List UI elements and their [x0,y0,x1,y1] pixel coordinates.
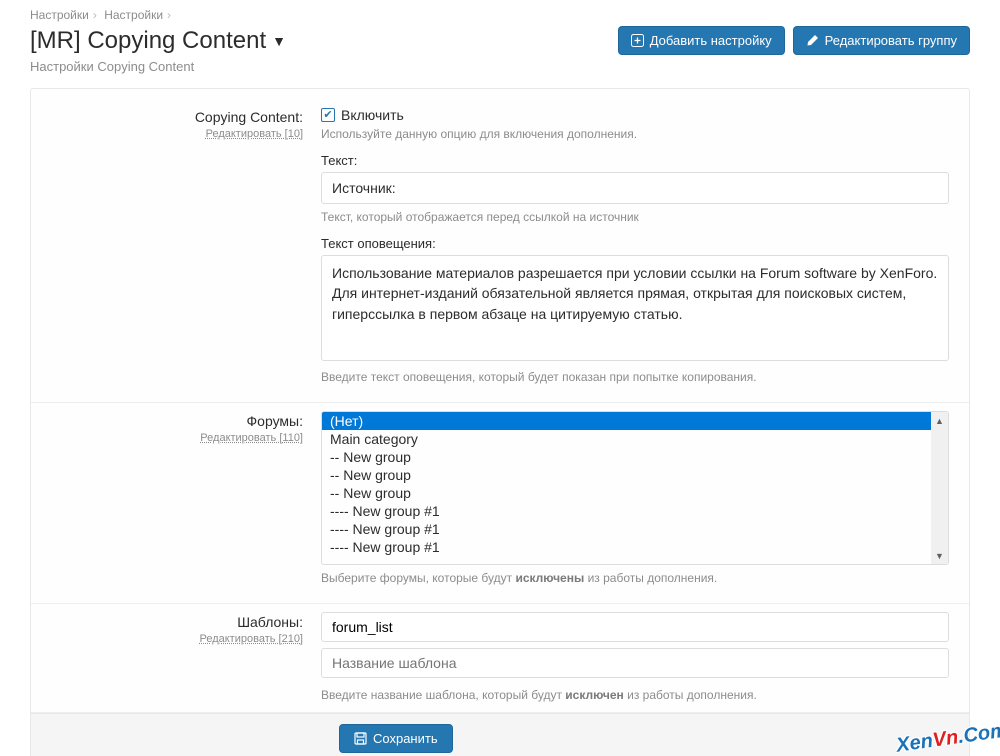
hint-text: Используйте данную опцию для включения д… [321,127,949,141]
edit-link[interactable]: Редактировать [210] [199,633,303,645]
hint-text: Выберите форумы, которые будут исключены… [321,571,949,585]
list-option[interactable]: ---- New group #1 [322,502,931,520]
hint-text: Введите название шаблона, который будут … [321,688,949,702]
section-label: Форумы: [51,413,303,429]
list-option[interactable]: -- New group [322,448,931,466]
edit-link[interactable]: Редактировать [110] [200,432,303,444]
edit-link[interactable]: Редактировать [10] [206,128,303,140]
check-icon: ✔ [321,108,335,122]
settings-form: Copying Content: Редактировать [10] ✔ Вк… [30,88,970,756]
field-label: Текст: [321,153,949,168]
pencil-icon [806,34,819,47]
edit-group-button[interactable]: Редактировать группу [793,26,970,55]
list-option[interactable]: ---- New group #1 [322,520,931,538]
hint-text: Введите текст оповещения, который будет … [321,370,949,384]
breadcrumb: Настройки› Настройки› [0,0,1000,26]
breadcrumb-item[interactable]: Настройки [30,8,89,22]
enable-checkbox[interactable]: ✔ Включить [321,107,949,123]
template-placeholder-input[interactable] [321,648,949,678]
save-icon [354,732,367,745]
section-label: Шаблоны: [51,614,303,630]
page-title[interactable]: [MR] Copying Content ▼ [30,27,286,55]
section-label: Copying Content: [51,109,303,125]
list-option[interactable]: -- New group [322,484,931,502]
breadcrumb-item[interactable]: Настройки [104,8,163,22]
save-button[interactable]: Сохранить [339,724,453,753]
scroll-down-icon[interactable]: ▼ [931,547,948,564]
list-option[interactable]: -- New group [322,466,931,484]
scroll-up-icon[interactable]: ▲ [931,412,948,429]
forums-listbox[interactable]: (Нет) Main category -- New group -- New … [322,412,931,564]
page-subtitle: Настройки Copying Content [0,59,1000,88]
list-option[interactable]: Main category [322,430,931,448]
scrollbar[interactable]: ▲ ▼ [931,412,948,564]
alert-textarea[interactable] [321,255,949,361]
text-input[interactable] [321,172,949,204]
hint-text: Текст, который отображается перед ссылко… [321,210,949,224]
field-label: Текст оповещения: [321,236,949,251]
list-option[interactable]: ---- New group #1 [322,538,931,556]
plus-square-icon [631,34,644,47]
add-setting-button[interactable]: Добавить настройку [618,26,785,55]
template-input[interactable] [321,612,949,642]
list-option[interactable]: (Нет) [322,412,931,430]
caret-down-icon: ▼ [272,33,286,49]
